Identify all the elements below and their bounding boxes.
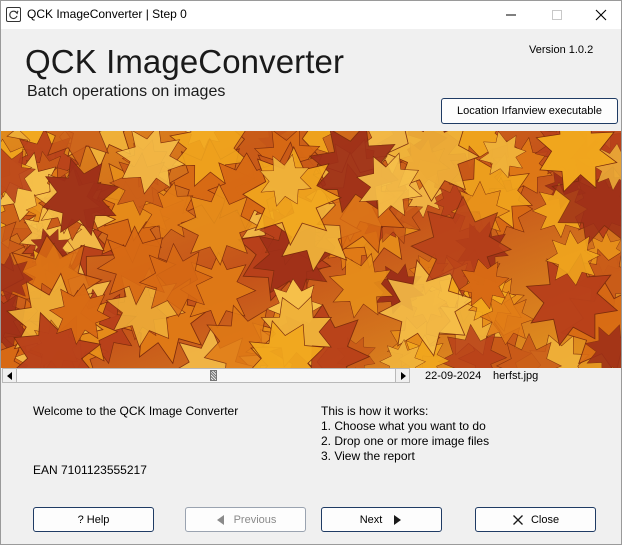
image-scrollbar[interactable] [2, 368, 410, 383]
location-irfanview-button[interactable]: Location Irfanview executable [441, 98, 618, 124]
close-window-button[interactable] [579, 1, 622, 29]
step-item: 2. Drop one or more image files [321, 434, 490, 448]
image-filename: herfst.jpg [493, 370, 539, 382]
maximize-icon [552, 10, 562, 20]
app-subtitle: Batch operations on images [27, 83, 226, 100]
arrow-right-icon [400, 371, 406, 380]
previous-button-label: Previous [233, 513, 277, 526]
how-it-works: This is how it works: 1. Choose what you… [321, 404, 489, 464]
title-bar[interactable]: QCK ImageConverter | Step 0 [1, 1, 621, 29]
next-button-label: Next [359, 513, 383, 526]
window-title: QCK ImageConverter | Step 0 [27, 7, 187, 21]
close-button-label: Close [530, 513, 560, 526]
ean-label: EAN 7101123555217 [33, 463, 147, 477]
how-title: This is how it works: [321, 404, 429, 418]
image-date: 22-09-2024 [425, 370, 482, 382]
maximize-button [535, 1, 579, 29]
version-label: Version 1.0.2 [529, 44, 594, 56]
minimize-icon [506, 14, 516, 16]
triangle-left-icon [215, 514, 227, 526]
x-icon [512, 514, 524, 526]
refresh-icon [6, 7, 21, 22]
scroll-right-button[interactable] [395, 369, 409, 382]
close-icon [595, 9, 607, 21]
triangle-right-icon [391, 514, 403, 526]
welcome-text: Welcome to the QCK Image Converter [33, 404, 239, 418]
autumn-leaves-image [1, 131, 621, 368]
step-item: 3. View the report [321, 449, 415, 463]
help-button[interactable]: ? Help [33, 507, 154, 532]
app-title: QCK ImageConverter [25, 43, 345, 80]
previous-button: Previous [185, 507, 306, 532]
arrow-left-icon [6, 371, 12, 380]
scroll-thumb[interactable] [210, 370, 217, 381]
step-item: 1. Choose what you want to do [321, 419, 486, 433]
scroll-left-button[interactable] [3, 369, 17, 382]
next-button[interactable]: Next [321, 507, 442, 532]
close-button[interactable]: Close [475, 507, 596, 532]
minimize-button[interactable] [489, 1, 533, 29]
app-window: QCK ImageConverter | Step 0 QCK ImageCon… [0, 0, 622, 545]
help-button-label: ? Help [77, 513, 110, 526]
